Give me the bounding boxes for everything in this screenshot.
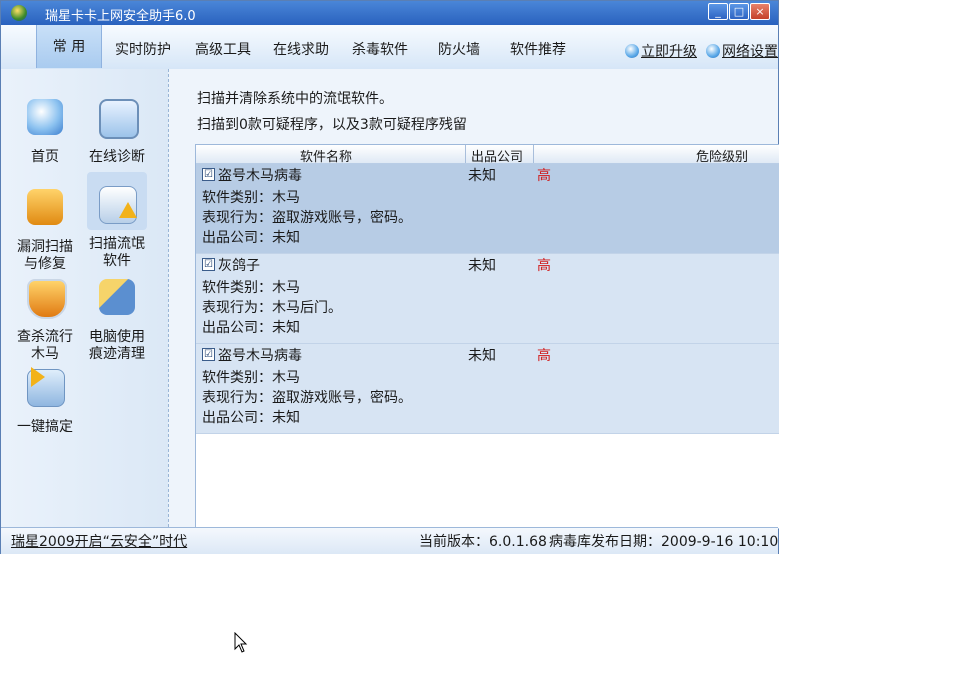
menu-software-recommend[interactable]: 软件推荐 [510, 39, 566, 59]
warning-badge-icon [119, 202, 137, 218]
tool-online-diagnosis-label: 在线诊断 [89, 149, 145, 165]
home-icon [27, 99, 63, 135]
software-name: 盗号木马病毒 [218, 348, 302, 364]
tool-home-label: 首页 [31, 149, 59, 165]
network-settings-link[interactable]: 网络设置 [706, 41, 778, 61]
col-company[interactable]: 出品公司 [471, 146, 523, 165]
company: 未知 [468, 168, 496, 184]
scan-result-summary: 扫描到0款可疑程序，以及3款可疑程序残留 [197, 117, 467, 133]
results-table: 软件名称 出品公司 危险级别 ☑ 盗号木马病毒 未知 高 软件类别：木马 表现行… [195, 144, 779, 529]
status-bar: 瑞星2009开启“云安全”时代 当前版本：6.0.1.68 病毒库发布日期：20… [1, 527, 778, 554]
table-row[interactable]: ☑ 盗号木马病毒 未知 高 软件类别：木马 表现行为：盗取游戏账号，密码。 出品… [196, 344, 779, 434]
window-title: 瑞星卡卡上网安全助手6.0 [45, 9, 196, 24]
software-behavior: 表现行为：盗取游戏账号，密码。 [202, 210, 412, 226]
col-software-name[interactable]: 软件名称 [300, 146, 352, 165]
upgrade-icon [625, 44, 639, 58]
shield-box-icon [27, 189, 63, 225]
virus-db-date: 病毒库发布日期：2009-9-16 10:10 [549, 534, 779, 550]
stethoscope-icon [99, 99, 139, 139]
shield-icon [27, 279, 67, 319]
company: 未知 [468, 348, 496, 364]
description-line-1: 扫描并清除系统中的流氓软件。 [197, 91, 393, 107]
software-type: 软件类别：木马 [202, 370, 300, 386]
danger-level: 高 [537, 258, 551, 274]
software-publisher: 出品公司：未知 [202, 320, 300, 336]
danger-level: 高 [537, 168, 551, 184]
title-bar[interactable]: 瑞星卡卡上网安全助手6.0 _ □ × [1, 1, 778, 25]
upgrade-link[interactable]: 立即升级 [625, 41, 697, 61]
software-behavior: 表现行为：盗取游戏账号，密码。 [202, 390, 412, 406]
tool-rogue-scan-label: 扫描流氓软件 [89, 236, 145, 269]
menu-advanced-tools[interactable]: 高级工具 [195, 39, 251, 59]
upgrade-label: 立即升级 [641, 44, 697, 60]
version-info: 当前版本：6.0.1.68 [419, 534, 547, 550]
tool-one-click[interactable]: 一键搞定 [13, 357, 77, 436]
tool-vuln-scan[interactable]: 漏洞扫描与修复 [13, 177, 77, 273]
app-window: 瑞星卡卡上网安全助手6.0 _ □ × 常 用 实时防护 高级工具 在线求助 杀… [0, 0, 779, 554]
cloud-security-link[interactable]: 瑞星2009开启“云安全”时代 [11, 531, 187, 551]
minimize-button[interactable]: _ [708, 3, 728, 20]
tool-one-click-label: 一键搞定 [17, 419, 73, 435]
menu-bar: 常 用 实时防护 高级工具 在线求助 杀毒软件 防火墙 软件推荐 立即升级 网络… [1, 25, 778, 70]
col-danger-level[interactable]: 危险级别 [696, 146, 748, 165]
software-behavior: 表现行为：木马后门。 [202, 300, 342, 316]
menu-antivirus[interactable]: 杀毒软件 [352, 39, 408, 59]
menu-common[interactable]: 常 用 [36, 25, 102, 68]
tool-home[interactable]: 首页 [13, 87, 77, 166]
tool-online-diagnosis[interactable]: 在线诊断 [85, 87, 149, 166]
tool-rogue-scan[interactable]: 扫描流氓软件 [85, 172, 149, 270]
software-name: 盗号木马病毒 [218, 168, 302, 184]
software-type: 软件类别：木马 [202, 190, 300, 206]
sidebar: 首页 在线诊断 漏洞扫描与修复 扫描流氓软件 查杀流行木马 电脑使用痕迹清理 一… [1, 69, 169, 527]
network-label: 网络设置 [722, 44, 778, 60]
menu-realtime-protection[interactable]: 实时防护 [115, 39, 171, 59]
close-button[interactable]: × [750, 3, 770, 20]
tool-trace-clean-label: 电脑使用痕迹清理 [89, 329, 145, 362]
company: 未知 [468, 258, 496, 274]
software-type: 软件类别：木马 [202, 280, 300, 296]
broom-icon [99, 279, 135, 315]
mouse-cursor-icon [234, 632, 248, 653]
menu-online-help[interactable]: 在线求助 [273, 39, 329, 59]
tool-trojan-kill[interactable]: 查杀流行木马 [13, 267, 77, 363]
software-publisher: 出品公司：未知 [202, 410, 300, 426]
tool-trace-clean[interactable]: 电脑使用痕迹清理 [85, 267, 149, 363]
arrow-icon [31, 367, 45, 387]
network-icon [706, 44, 720, 58]
table-row[interactable]: ☑ 盗号木马病毒 未知 高 软件类别：木马 表现行为：盗取游戏账号，密码。 出品… [196, 164, 779, 254]
app-logo-icon [11, 5, 27, 21]
table-header: 软件名称 出品公司 危险级别 [196, 145, 779, 165]
row-checkbox[interactable]: ☑ [202, 348, 215, 361]
software-name: 灰鸽子 [218, 258, 260, 274]
main-content: 扫描并清除系统中的流氓软件。 扫描到0款可疑程序，以及3款可疑程序残留 软件名称… [169, 69, 779, 529]
row-checkbox[interactable]: ☑ [202, 168, 215, 181]
danger-level: 高 [537, 348, 551, 364]
row-checkbox[interactable]: ☑ [202, 258, 215, 271]
maximize-button[interactable]: □ [729, 3, 749, 20]
software-publisher: 出品公司：未知 [202, 230, 300, 246]
menu-firewall[interactable]: 防火墙 [438, 39, 480, 59]
table-row[interactable]: ☑ 灰鸽子 未知 高 软件类别：木马 表现行为：木马后门。 出品公司：未知 [196, 254, 779, 344]
